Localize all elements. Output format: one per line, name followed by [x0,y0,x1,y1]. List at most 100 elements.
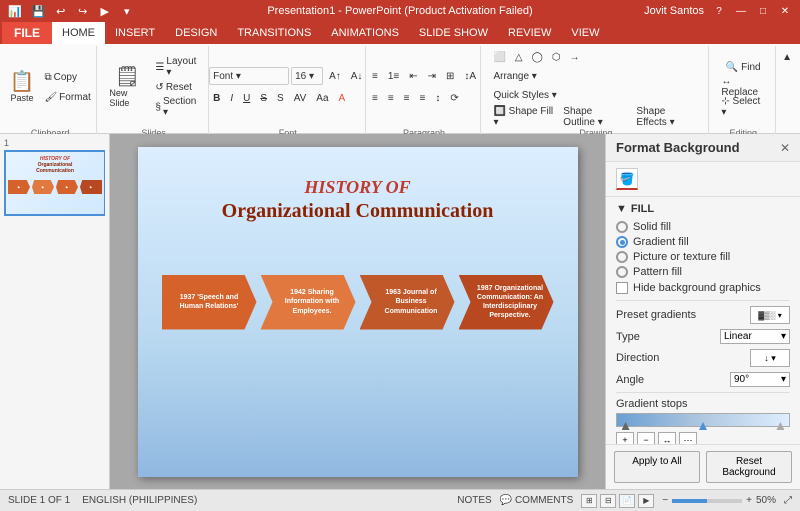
arrow-3[interactable]: 1963 Journal of Business Communication [360,275,455,330]
picture-texture-fill-radio[interactable] [616,251,628,263]
canvas-area[interactable]: HISTORY OF Organizational Communication … [110,134,605,489]
shapes-gallery2[interactable]: △ [511,48,527,66]
arrow-2[interactable]: 1942 Sharing Information with Employees. [261,275,356,330]
copy-btn[interactable]: ⧉ Copy [40,68,94,86]
justify-btn[interactable]: ≡ [416,89,430,107]
font-color-btn[interactable]: A [335,89,350,107]
gradient-stop-marker-3[interactable] [776,422,784,430]
reset-background-btn[interactable]: Reset Background [706,451,792,483]
quick-styles-btn[interactable]: Quick Styles ▾ [489,86,560,104]
replace-btn[interactable]: ↔ Replace [717,78,769,96]
animations-menu-item[interactable]: ANIMATIONS [321,22,409,44]
shapes-gallery5[interactable]: → [566,48,584,66]
solid-fill-option[interactable]: Solid fill [616,221,790,233]
char-spacing-btn[interactable]: AV [290,89,311,107]
picture-texture-fill-option[interactable]: Picture or texture fill [616,251,790,263]
direction-btn[interactable]: ↓ ▾ [750,349,790,367]
fill-tab-icon[interactable]: 🪣 [616,168,638,190]
file-menu-btn[interactable]: FILE [2,22,52,44]
font-family-select[interactable]: Font ▾ [209,67,289,85]
gradient-stop-marker-2[interactable] [699,422,707,430]
slide-sorter-btn[interactable]: ⊟ [600,494,616,508]
shapes-gallery3[interactable]: ◯ [528,48,547,66]
columns-btn[interactable]: ⊞ [442,67,458,85]
view-menu-item[interactable]: VIEW [561,22,609,44]
comments-btn[interactable]: 💬 COMMENTS [500,495,574,506]
close-btn[interactable]: ✕ [778,4,792,18]
align-left-btn[interactable]: ≡ [368,89,382,107]
arrow-1[interactable]: 1937 'Speech and Human Relations' [162,275,257,330]
pattern-fill-radio[interactable] [616,266,628,278]
collapse-ribbon-btn[interactable]: ▲ [778,48,796,66]
shape-outline-btn[interactable]: Shape Outline ▾ [559,108,630,126]
pattern-fill-option[interactable]: Pattern fill [616,266,790,278]
text-shadow-btn[interactable]: S [273,89,288,107]
presenter-view-btn[interactable]: ▶ [638,494,654,508]
review-menu-item[interactable]: REVIEW [498,22,561,44]
align-right-btn[interactable]: ≡ [400,89,414,107]
shapes-gallery4[interactable]: ⬡ [548,48,565,66]
design-menu-item[interactable]: DESIGN [165,22,227,44]
font-size-increase-btn[interactable]: A↑ [325,67,345,85]
type-select[interactable]: Linear ▾ [720,329,790,344]
minimize-btn[interactable]: — [734,4,748,18]
section-btn[interactable]: § Section ▾ [151,98,202,116]
italic-btn[interactable]: I [226,89,237,107]
align-center-btn[interactable]: ≡ [384,89,398,107]
dropdown-quick-btn[interactable]: ▾ [118,2,136,20]
gradient-fill-option[interactable]: Gradient fill [616,236,790,248]
find-btn[interactable]: 🔍 Find [722,58,765,76]
hide-graphics-checkbox-item[interactable]: Hide background graphics [616,282,790,294]
smartart-btn[interactable]: ⟳ [446,89,462,107]
hide-graphics-checkbox[interactable] [616,282,628,294]
slide-thumbnail-1[interactable]: HISTORY OF Organizational Communication … [4,150,105,216]
bullets-btn[interactable]: ≡ [368,67,382,85]
reverse-stops-btn[interactable]: ↔ [658,432,676,444]
insert-menu-item[interactable]: INSERT [105,22,165,44]
add-gradient-stop-btn[interactable]: + [616,432,634,444]
select-btn[interactable]: ⊹ Select ▾ [717,98,769,116]
save-quick-btn[interactable]: 💾 [30,2,48,20]
solid-fill-radio[interactable] [616,221,628,233]
notes-btn[interactable]: NOTES [457,495,491,506]
preset-gradients-btn[interactable]: ▓▒░ ▾ [750,306,790,324]
home-menu-item[interactable]: HOME [52,22,105,44]
transitions-menu-item[interactable]: TRANSITIONS [227,22,321,44]
format-panel-close-btn[interactable]: ✕ [780,141,790,155]
help-btn[interactable]: ? [712,4,726,18]
paste-btn[interactable]: 📋 Paste [6,70,39,105]
shape-fill-btn[interactable]: 🔲 Shape Fill ▾ [489,108,557,126]
font-size-decrease-btn[interactable]: A↓ [347,67,367,85]
strikethrough-btn[interactable]: S [256,89,271,107]
zoom-out-btn[interactable]: − [662,495,668,506]
angle-select[interactable]: 90° ▾ [730,372,790,387]
text-direction-btn[interactable]: ↕A [460,67,480,85]
reset-btn[interactable]: ↺ Reset [151,78,202,96]
shape-effects-btn[interactable]: Shape Effects ▾ [632,108,702,126]
undo-quick-btn[interactable]: ↩ [52,2,70,20]
decrease-indent-btn[interactable]: ⇤ [405,67,421,85]
zoom-in-btn[interactable]: + [746,495,752,506]
shapes-gallery[interactable]: ⬜ [489,48,509,66]
gradient-fill-radio[interactable] [616,236,628,248]
more-stops-btn[interactable]: ⋯ [679,432,697,444]
fill-section-header[interactable]: ▼ FILL [616,203,790,215]
maximize-btn[interactable]: □ [756,4,770,18]
font-size-select[interactable]: 16 ▾ [291,67,323,85]
reading-view-btn[interactable]: 📄 [619,494,635,508]
arrange-btn[interactable]: Arrange ▾ [489,67,540,85]
bold-btn[interactable]: B [209,89,224,107]
slideshow-menu-item[interactable]: SLIDE SHOW [409,22,498,44]
fit-to-window-btn[interactable]: ⤢ [784,495,792,506]
layout-btn[interactable]: ☰ Layout ▾ [151,58,202,76]
numbering-btn[interactable]: 1≡ [384,67,403,85]
apply-all-btn[interactable]: Apply to All [614,451,700,483]
change-case-btn[interactable]: Aa [312,89,332,107]
gradient-stop-marker-1[interactable] [622,422,630,430]
underline-btn[interactable]: U [239,89,254,107]
arrow-4[interactable]: 1987 Organizational Communication: An In… [459,275,554,330]
format-painter-btn[interactable]: 🖌 Format [40,88,94,106]
zoom-slider[interactable] [672,499,742,503]
redo-quick-btn[interactable]: ↪ [74,2,92,20]
line-spacing-btn[interactable]: ↕ [431,89,444,107]
